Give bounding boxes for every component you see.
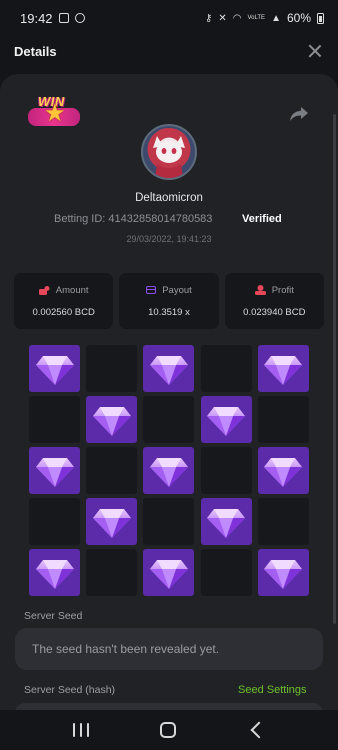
server-seed-field[interactable]: The seed hasn't been revealed yet. [15, 628, 323, 670]
server-seed-label: Server Seed [24, 610, 83, 622]
stat-profit-value: 0.023940 BCD [243, 306, 306, 318]
stat-profit-label: Profit [271, 284, 294, 296]
server-seed-hash-field[interactable] [15, 703, 323, 710]
empty-tile[interactable] [257, 396, 309, 443]
gem-tile[interactable] [143, 447, 195, 494]
key-icon: ⚷ [205, 12, 213, 24]
verified-link[interactable]: Verified [242, 213, 282, 225]
betting-id-label: Betting ID: [54, 213, 106, 225]
app-notification-icon [74, 13, 85, 23]
gem-icon [149, 559, 188, 589]
gallery-icon [58, 13, 69, 23]
stat-payout-label-row: Payout [146, 285, 192, 296]
star-icon: ★ [44, 100, 66, 127]
gem-tile[interactable] [257, 447, 309, 494]
betting-id: Betting ID: 41432858014780583 [54, 213, 212, 225]
gem-icon [264, 559, 303, 589]
gem-tile[interactable] [143, 549, 195, 596]
amount-icon [38, 285, 50, 295]
mute-icon: ✕ [218, 12, 227, 24]
empty-tile[interactable] [29, 498, 80, 545]
gem-icon [35, 559, 74, 589]
status-right: ⚷ ✕ ◠ VoLTE ▲ 60% [205, 11, 324, 25]
gem-icon [264, 355, 303, 385]
gem-tile[interactable] [257, 549, 309, 596]
battery-percent: 60% [286, 11, 311, 25]
battery-icon [317, 12, 324, 24]
status-left: 19:42 [20, 11, 85, 26]
empty-tile[interactable] [200, 549, 252, 596]
empty-tile[interactable] [200, 345, 252, 392]
page-title: Details [14, 43, 57, 59]
close-icon[interactable] [306, 42, 324, 60]
empty-tile[interactable] [200, 447, 252, 494]
stat-amount: Amount 0.002560 BCD [14, 273, 114, 329]
system-nav-bar [0, 710, 338, 750]
gem-icon [35, 355, 74, 385]
stat-payout-value: 10.3519 x [148, 306, 190, 318]
empty-tile[interactable] [29, 396, 80, 443]
gem-icon [207, 406, 246, 436]
gem-tile[interactable] [143, 345, 195, 392]
betting-id-value: 41432858014780583 [108, 213, 213, 225]
recents-icon[interactable] [73, 723, 90, 737]
gem-tile[interactable] [29, 345, 80, 392]
game-grid [29, 345, 309, 596]
stat-profit: Profit 0.023940 BCD [224, 273, 324, 329]
bet-details-card: WIN ★ Deltaomicron Betting ID: 414328580… [0, 74, 338, 710]
gem-tile[interactable] [29, 447, 80, 494]
empty-tile[interactable] [86, 549, 138, 596]
gem-tile[interactable] [86, 498, 138, 545]
back-icon[interactable] [250, 721, 268, 739]
server-seed-hash-label: Server Seed (hash) [24, 684, 116, 696]
gem-icon [92, 508, 131, 538]
bet-timestamp: 29/03/2022, 19:41:23 [126, 234, 212, 244]
gem-icon [35, 457, 74, 487]
stat-payout-label: Payout [162, 284, 192, 296]
wifi-icon: ◠ [232, 12, 242, 24]
empty-tile[interactable] [86, 447, 138, 494]
avatar[interactable] [141, 124, 197, 180]
win-badge: WIN ★ [26, 94, 82, 132]
scrollbar[interactable] [333, 114, 336, 624]
gem-icon [264, 457, 303, 487]
seed-settings-link[interactable]: Seed Settings [238, 684, 307, 696]
gem-icon [207, 508, 246, 538]
gem-icon [149, 457, 188, 487]
stat-profit-label-row: Profit [254, 284, 294, 296]
empty-tile[interactable] [143, 396, 195, 443]
stat-payout: Payout 10.3519 x [119, 273, 219, 329]
gem-icon [92, 406, 131, 436]
empty-tile[interactable] [86, 345, 138, 392]
gem-icon [149, 355, 188, 385]
gem-tile[interactable] [257, 345, 309, 392]
stat-amount-label-row: Amount [38, 284, 89, 296]
status-time: 19:42 [20, 10, 53, 26]
payout-icon [146, 286, 157, 294]
share-icon[interactable] [288, 104, 310, 124]
signal-icon: ▲ [271, 12, 281, 24]
empty-tile[interactable] [257, 498, 309, 545]
volte-label: VoLTE [247, 15, 266, 21]
stat-amount-label: Amount [55, 284, 89, 296]
bet-stats: Amount 0.002560 BCD Payout 10.3519 x Pro… [14, 273, 324, 329]
home-icon[interactable] [159, 722, 176, 738]
gem-tile[interactable] [200, 396, 252, 443]
gem-tile[interactable] [200, 498, 252, 545]
profit-icon [254, 285, 266, 295]
stat-amount-value: 0.002560 BCD [32, 306, 95, 318]
details-header: Details [0, 36, 338, 66]
username: Deltaomicron [135, 192, 203, 204]
empty-tile[interactable] [143, 498, 195, 545]
gem-tile[interactable] [86, 396, 138, 443]
status-bar: 19:42 ⚷ ✕ ◠ VoLTE ▲ 60% [0, 0, 338, 36]
gem-tile[interactable] [29, 549, 80, 596]
